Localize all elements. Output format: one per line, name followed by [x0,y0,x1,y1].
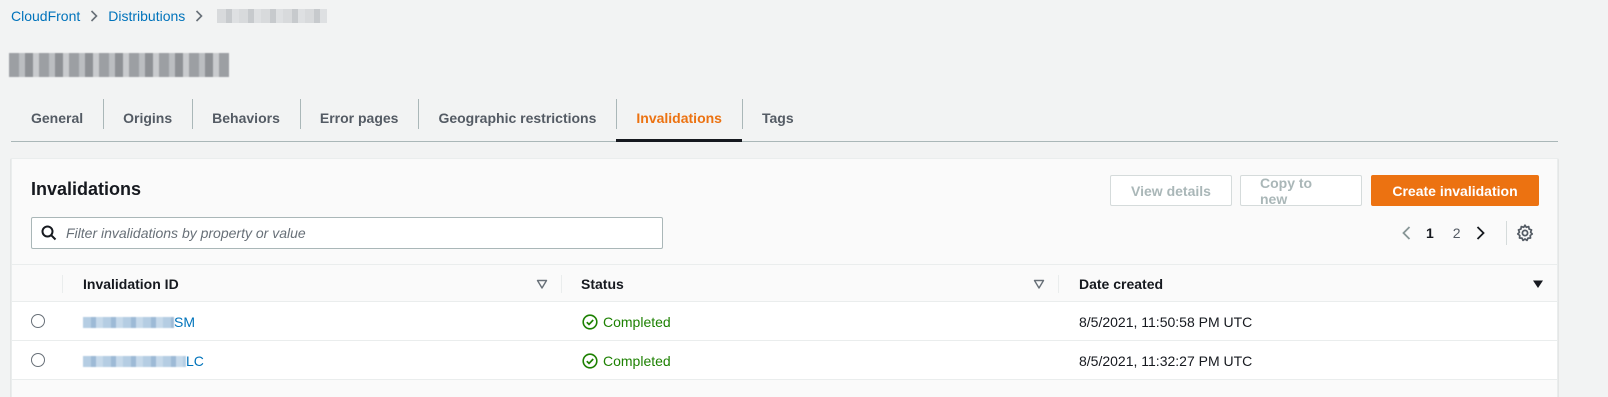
invalidation-id-suffix: SM [174,314,195,330]
tab-behaviors[interactable]: Behaviors [192,95,300,141]
invalidation-id-redacted [83,316,174,328]
chevron-right-icon [189,7,209,25]
breadcrumb-distributions[interactable]: Distributions [108,8,185,24]
check-circle-icon [582,314,598,330]
tab-tags[interactable]: Tags [741,95,814,141]
tab-origins[interactable]: Origins [103,95,192,141]
invalidation-id-redacted [83,355,186,367]
tab-geographic-restrictions[interactable]: Geographic restrictions [418,95,616,141]
column-header-invalidation-id[interactable]: Invalidation ID [83,265,179,303]
gear-icon[interactable] [1515,223,1535,243]
filter-input[interactable] [66,218,662,248]
chevron-left-icon[interactable] [1398,226,1414,240]
column-header-date-created[interactable]: Date created [1079,265,1163,303]
page-2[interactable]: 2 [1445,225,1469,241]
status-text: Completed [603,314,671,330]
column-divider [62,275,63,293]
pagination-divider [1506,221,1507,245]
chevron-right-icon [84,7,104,25]
status-badge: Completed [582,313,671,331]
copy-to-new-button[interactable]: Copy to new [1240,175,1362,207]
tab-invalidations[interactable]: Invalidations [616,95,742,142]
table-header: Invalidation ID Status Date created [12,264,1557,302]
date-created: 8/5/2021, 11:32:27 PM UTC [1079,353,1253,369]
status-badge: Completed [582,352,671,370]
page-title-redacted [9,53,229,77]
breadcrumb-cloudfront[interactable]: CloudFront [11,8,80,24]
filter-triangle-icon[interactable] [536,278,548,290]
column-divider [1058,275,1059,293]
invalidations-table: Invalidation ID Status Date created SM C… [12,264,1557,380]
date-created: 8/5/2021, 11:50:58 PM UTC [1079,314,1253,330]
filter-search-box [31,217,663,249]
row-select-radio[interactable] [31,314,45,328]
invalidations-panel: Invalidations View details Copy to new C… [11,158,1558,397]
page-1[interactable]: 1 [1418,225,1442,241]
invalidation-id-link[interactable]: LC [83,352,204,370]
tab-general[interactable]: General [11,95,103,141]
chevron-right-icon[interactable] [1473,226,1489,240]
filter-triangle-icon[interactable] [1033,278,1045,290]
invalidation-id-link[interactable]: SM [83,313,195,331]
view-details-button[interactable]: View details [1110,175,1232,206]
column-header-status[interactable]: Status [581,265,624,303]
search-icon [32,225,66,241]
table-row[interactable]: LC Completed 8/5/2021, 11:32:27 PM UTC [12,341,1557,380]
breadcrumb: CloudFront Distributions [11,7,328,25]
pagination: 1 2 [1398,221,1489,245]
breadcrumb-current-redacted [217,9,328,23]
check-circle-icon [582,353,598,369]
column-divider [561,275,562,293]
invalidation-id-suffix: LC [186,353,204,369]
sort-down-icon[interactable] [1532,278,1544,290]
tab-bar: General Origins Behaviors Error pages Ge… [11,95,1558,142]
create-invalidation-button[interactable]: Create invalidation [1371,175,1539,206]
row-select-radio[interactable] [31,353,45,367]
table-row[interactable]: SM Completed 8/5/2021, 11:50:58 PM UTC [12,302,1557,341]
tab-error-pages[interactable]: Error pages [299,95,419,141]
status-text: Completed [603,353,671,369]
panel-title: Invalidations [31,179,142,199]
